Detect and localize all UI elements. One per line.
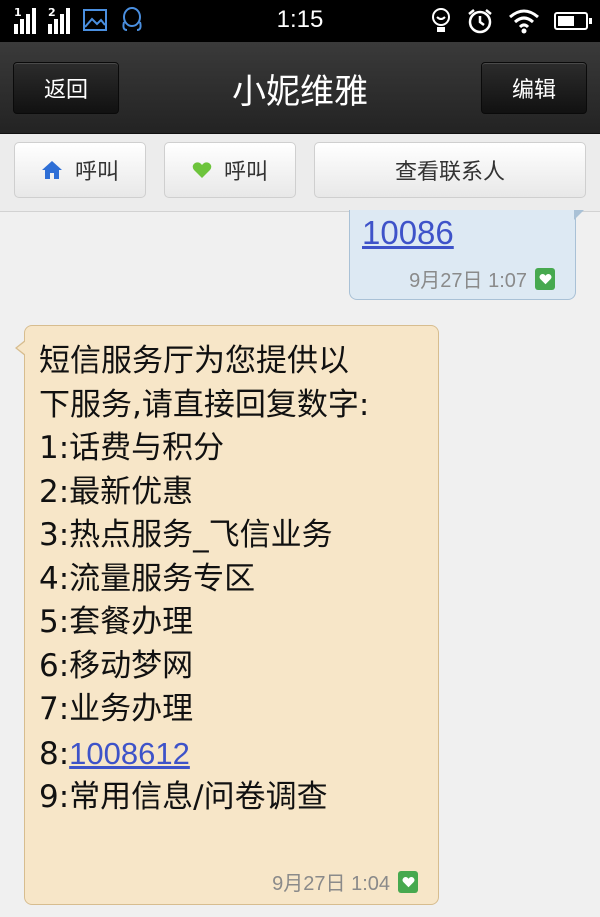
- line8-prefix: 8:: [39, 735, 70, 772]
- call-heart-button[interactable]: 呼叫: [164, 142, 296, 198]
- phone-link[interactable]: 10086: [362, 214, 454, 252]
- message-line: 6:移动梦网: [39, 647, 194, 684]
- heart-badge-icon: [535, 267, 555, 290]
- call-home-button[interactable]: 呼叫: [14, 142, 146, 198]
- view-contact-button[interactable]: 查看联系人: [314, 142, 586, 198]
- battery-icon: [554, 12, 592, 30]
- edit-button[interactable]: 编辑: [481, 62, 587, 114]
- message-line: 下服务,请直接回复数字:: [39, 386, 370, 423]
- heart-icon: [192, 162, 212, 178]
- call-heart-label: 呼叫: [223, 160, 268, 185]
- message-time: 9月27日 1:04: [272, 873, 390, 895]
- message-meta: 9月27日 1:04: [272, 867, 418, 896]
- message-line: 2:最新优惠: [39, 473, 194, 510]
- message-line: 3:热点服务_飞信业务: [39, 517, 333, 553]
- lamp-icon: [432, 8, 450, 32]
- call-home-label: 呼叫: [74, 160, 119, 185]
- message-body: 短信服务厅为您提供以 下服务,请直接回复数字: 1:话费与积分 2:最新优惠 3…: [39, 340, 369, 820]
- message-line: 4:流量服务专区: [39, 560, 256, 597]
- incoming-message[interactable]: 短信服务厅为您提供以 下服务,请直接回复数字: 1:话费与积分 2:最新优惠 3…: [15, 325, 439, 905]
- action-bar: 呼叫 呼叫 查看联系人: [0, 134, 600, 212]
- heart-badge-icon: [398, 870, 418, 893]
- home-icon: [41, 161, 62, 179]
- message-line: 短信服务厅为您提供以: [39, 343, 349, 379]
- message-line: 1:话费与积分: [39, 430, 225, 466]
- message-line: 8:1008612: [39, 732, 369, 777]
- message-line: 5:套餐办理: [39, 604, 194, 640]
- alarm-icon: [468, 9, 492, 34]
- message-line: 7:业务办理: [39, 691, 194, 727]
- wifi-icon: [509, 9, 539, 34]
- outgoing-message[interactable]: 10086 9月27日 1:07: [349, 210, 584, 300]
- message-line: 9:常用信息/问卷调查: [39, 779, 328, 815]
- message-time: 9月27日 1:07: [409, 270, 527, 292]
- phone-link[interactable]: 1008612: [69, 736, 190, 771]
- status-bar: 1 2 1:15: [0, 0, 600, 42]
- title-bar: 返回 小妮维雅 编辑: [0, 42, 600, 134]
- message-meta: 9月27日 1:07: [409, 264, 555, 293]
